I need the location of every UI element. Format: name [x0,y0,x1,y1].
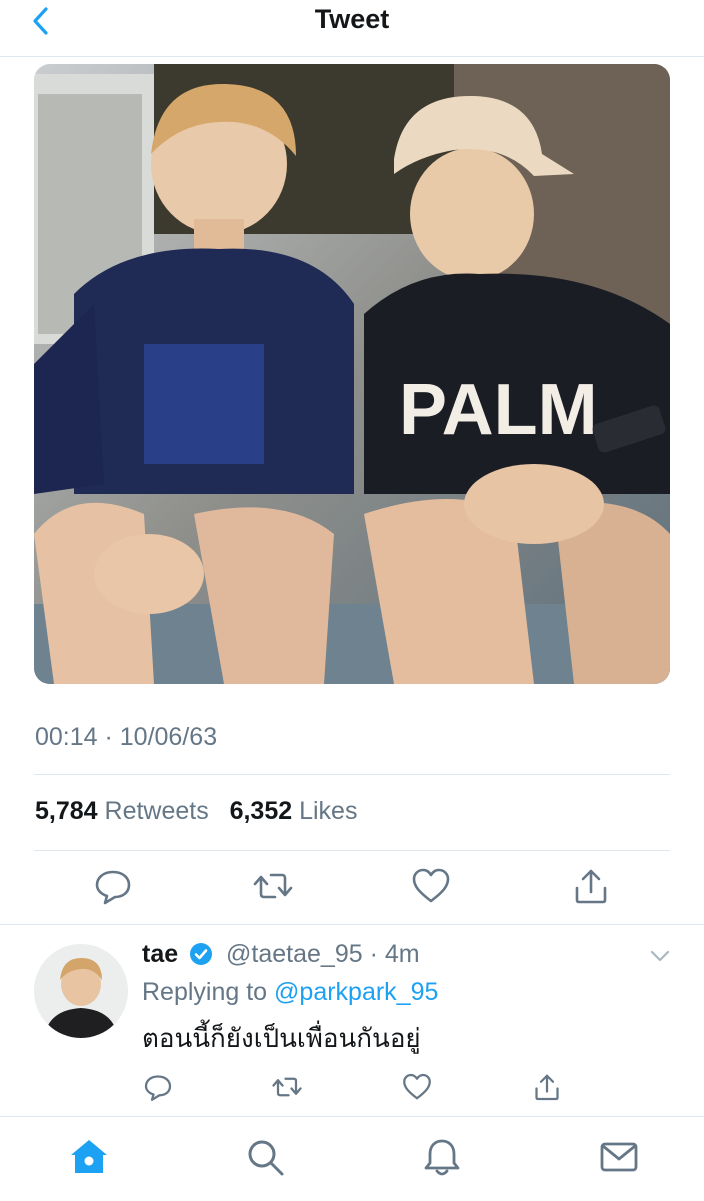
likes-label: Likes [299,797,358,825]
page-title: Tweet [314,4,390,34]
retweets-count: 5,784 [35,797,98,825]
reply-author-name[interactable]: tae [142,940,178,968]
reply-time: 4m [384,940,420,968]
retweets-stat[interactable]: 5,784 Retweets [35,797,209,825]
tweet-photo-illustration: PALM [34,64,670,684]
avatar-image [34,944,128,1038]
reply-icon[interactable] [93,866,133,906]
retweets-label: Retweets [104,797,209,825]
reply-text: ตอนนี้ก็ยังเป็นเพื่อนกันอยู่ [142,1023,421,1053]
tweet-action-bar [0,866,704,910]
messages-icon[interactable] [599,1137,639,1177]
retweet-icon[interactable] [272,1072,302,1102]
divider [34,774,670,775]
home-icon[interactable] [69,1137,109,1177]
reply-icon[interactable] [143,1072,173,1102]
avatar[interactable] [34,944,128,1038]
likes-count: 6,352 [229,797,293,825]
search-icon[interactable] [245,1137,285,1177]
reply-author-handle[interactable]: @taetae_95 [226,940,363,968]
tweet-photo[interactable]: PALM [34,64,670,684]
retweet-icon[interactable] [253,866,293,906]
divider [0,924,704,925]
like-icon[interactable] [402,1072,432,1102]
likes-stat[interactable]: 6,352 Likes [230,797,358,825]
share-icon[interactable] [571,866,611,906]
photo-shirt-text: PALM [399,370,598,450]
verified-badge-icon [190,943,213,965]
replying-to: Replying to @parkpark_95 [142,978,438,1007]
reply-header: tae @taetae_95 · 4m [142,940,420,969]
separator-dot: · [369,940,378,968]
like-icon[interactable] [411,866,451,906]
notifications-icon[interactable] [422,1137,462,1177]
divider [34,850,670,851]
replying-prefix: Replying to [142,978,268,1006]
navigation-bar: Tweet [0,0,704,57]
tweet-stats: 5,784 Retweets 6,352 Likes [35,797,357,826]
mention-link[interactable]: @parkpark_95 [274,978,438,1006]
bottom-tab-bar [0,1116,704,1201]
share-icon[interactable] [532,1072,562,1102]
chevron-down-icon[interactable] [648,946,672,966]
tweet-timestamp: 00:14 · 10/06/63 [35,723,218,751]
